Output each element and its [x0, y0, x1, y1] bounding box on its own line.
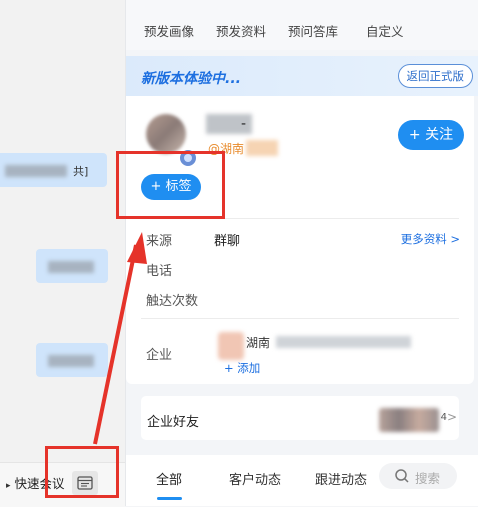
friends-avatars [379, 408, 439, 432]
tab-custom[interactable]: 自定义 [366, 21, 404, 40]
source-label: 来源 [146, 234, 173, 249]
chat-bubble[interactable] [36, 343, 108, 377]
customer-profile-pane: 预发画像 预发资料 预问答库 自定义 新版本体验中... 返回正式版 - @湖南… [125, 0, 478, 506]
banner-title: 新版本体验中... [141, 71, 241, 87]
add-company-link[interactable]: + 添加 [224, 360, 260, 376]
search-icon [395, 469, 409, 483]
bubble-text: 共] [73, 165, 89, 178]
touch-count-label: 触达次数 [146, 294, 199, 309]
company-label: 企业 [146, 348, 173, 363]
blurred-text [5, 165, 67, 177]
blurred-text [48, 261, 94, 273]
tab-all[interactable]: 全部 [156, 469, 182, 488]
blurred-text [48, 355, 94, 367]
divider [141, 318, 459, 319]
chevron-right-icon: > [446, 410, 457, 424]
tab-followup-activity[interactable]: 跟进动态 [315, 469, 367, 488]
name-suffix: - [241, 116, 247, 132]
activity-tab-bar: 全部 客户动态 跟进动态 搜索 [126, 455, 478, 506]
more-info-link[interactable]: 更多资料 > [401, 231, 460, 247]
profile-card: - @湖南 + 关注 + 标签 来源 群聊 更多资料 > 电话 触达次数 企业 … [126, 96, 474, 384]
enterprise-friends-row[interactable]: 企业好友 4 > [141, 396, 459, 440]
company-logo [218, 332, 244, 360]
company-name: 湖南 [246, 336, 271, 350]
tab-qa-library[interactable]: 预问答库 [288, 21, 338, 40]
back-to-official-button[interactable]: 返回正式版 [397, 64, 473, 88]
annotation-box-panel [45, 446, 119, 498]
search-input[interactable]: 搜索 [379, 463, 457, 489]
source-value: 群聊 [214, 234, 241, 249]
avatar[interactable] [146, 114, 186, 154]
top-tab-bar: 预发画像 预发资料 预问答库 自定义 [126, 0, 478, 50]
chat-bubble[interactable]: 共] [0, 153, 107, 187]
active-tab-indicator [157, 497, 182, 500]
phone-label: 电话 [146, 264, 173, 279]
search-placeholder: 搜索 [415, 471, 441, 486]
friends-label: 企业好友 [147, 415, 200, 430]
chat-bubble[interactable] [36, 249, 108, 283]
follow-button[interactable]: + 关注 [398, 120, 464, 150]
chat-pane: 共] ▸ 快速会议 [0, 0, 125, 507]
tab-materials[interactable]: 预发资料 [216, 21, 266, 40]
blurred-company-text [276, 336, 411, 348]
video-icon: ▸ [6, 481, 11, 491]
tab-customer-activity[interactable]: 客户动态 [229, 469, 281, 488]
annotation-box-label [116, 151, 225, 219]
new-version-banner: 新版本体验中... 返回正式版 [126, 56, 478, 96]
blurred-region [246, 140, 278, 156]
tab-profile[interactable]: 预发画像 [144, 21, 194, 40]
